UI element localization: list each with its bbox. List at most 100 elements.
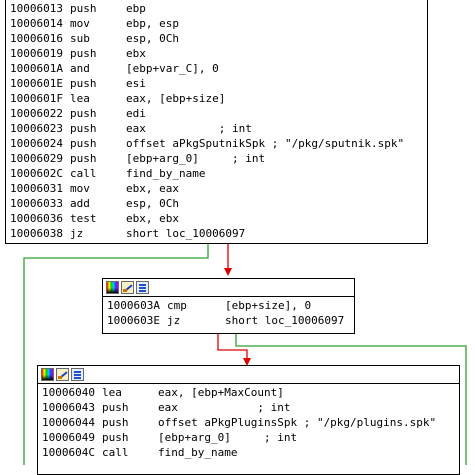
instruction-line[interactable]: 10006043 push eax ; int [42, 400, 459, 415]
instruction-operands: short loc_10006097 [126, 227, 246, 240]
instruction-operands: ebx, ebx [126, 212, 179, 225]
instruction-mnemonic: push [70, 152, 97, 165]
color-palette-icon[interactable] [41, 368, 54, 381]
instruction-address: 10006040 [42, 386, 95, 399]
instruction-mnemonic: and [70, 62, 90, 75]
graph-view-icon[interactable] [71, 368, 84, 381]
instruction-address: 10006038 [10, 227, 63, 240]
edit-block-icon[interactable] [56, 368, 69, 381]
instruction-mnemonic: push [70, 77, 97, 90]
instruction-address: 10006024 [10, 137, 63, 150]
instruction-mnemonic: cmp [167, 299, 187, 312]
instruction-line[interactable]: 10006022 push edi [10, 106, 427, 121]
instruction-operands: short loc_10006097 [225, 314, 345, 327]
instruction-mnemonic: push [70, 122, 97, 135]
instruction-operands: [ebp+arg_0] ; int [126, 152, 266, 165]
instruction-address: 10006029 [10, 152, 63, 165]
instruction-operands: [ebp+arg_0] ; int [158, 431, 298, 444]
instruction-mnemonic: push [102, 401, 129, 414]
instruction-mnemonic: jz [167, 314, 181, 327]
instruction-mnemonic: call [102, 446, 129, 459]
instruction-line[interactable]: 10006024 push offset aPkgSputnikSpk ; "/pk… [10, 136, 427, 151]
instruction-line[interactable]: 10006044 push offset aPkgPluginsSpk ; "/pk… [42, 415, 459, 430]
instruction-mnemonic: mov [70, 17, 90, 30]
instruction-line[interactable]: 10006038 jz short loc_10006097 [10, 226, 427, 241]
instruction-operands: offset aPkgPluginsSpk ; "/pkg/plugins.sp… [158, 416, 437, 429]
instruction-mnemonic: push [70, 137, 97, 150]
instruction-line[interactable]: 10006016 sub esp, 0Ch [10, 31, 427, 46]
instruction-address: 10006016 [10, 32, 63, 45]
instruction-line[interactable]: 1000602C call find_by_name [10, 166, 427, 181]
instruction-line[interactable]: 10006036 test ebx, ebx [10, 211, 427, 226]
instruction-mnemonic: jz [70, 227, 84, 240]
block-2-toolbar [103, 279, 354, 297]
instruction-operands: eax ; int [158, 401, 291, 414]
instruction-line[interactable]: 1000603A cmp [ebp+size], 0 [107, 298, 354, 313]
instruction-address: 10006013 [10, 2, 63, 15]
instruction-operands: offset aPkgSputnikSpk ; "/pkg/sputnik.sp… [126, 137, 405, 150]
block-2-lines: 1000603A cmp [ebp+size], 0 1000603E jz short … [103, 297, 354, 328]
instruction-line[interactable]: 10006031 mov ebx, eax [10, 181, 427, 196]
color-palette-icon[interactable] [106, 281, 119, 294]
instruction-line[interactable]: 10006029 push [ebp+arg_0] ; int [10, 151, 427, 166]
edit-block-icon[interactable] [121, 281, 134, 294]
instruction-mnemonic: call [70, 167, 97, 180]
instruction-line[interactable]: 10006040 lea eax, [ebp+MaxCount] [42, 385, 459, 400]
instruction-address: 10006019 [10, 47, 63, 60]
instruction-operands: esi [126, 77, 146, 90]
instruction-address: 1000601E [10, 77, 63, 90]
instruction-operands: find_by_name [158, 446, 238, 459]
instruction-mnemonic: lea [102, 386, 122, 399]
instruction-address: 1000602C [10, 167, 63, 180]
instruction-line[interactable]: 1000603E jz short loc_10006097 [107, 313, 354, 328]
instruction-mnemonic: push [70, 2, 97, 15]
instruction-operands: ebp, esp [126, 17, 179, 30]
instruction-line[interactable]: 10006033 add esp, 0Ch [10, 196, 427, 211]
instruction-operands: esp, 0Ch [126, 32, 179, 45]
instruction-address: 1000603E [107, 314, 160, 327]
instruction-address: 1000603A [107, 299, 160, 312]
instruction-address: 10006044 [42, 416, 95, 429]
instruction-line[interactable]: 1000604C call find_by_name [42, 445, 459, 460]
instruction-address: 10006036 [10, 212, 63, 225]
block-1-lines: 10006013 push ebp 10006014 mov ebp, esp 100060… [6, 0, 427, 241]
instruction-line[interactable]: 10006014 mov ebp, esp [10, 16, 427, 31]
code-block-3[interactable]: 10006040 lea eax, [ebp+MaxCount] 10006043 pu… [37, 365, 460, 475]
instruction-operands: eax, [ebp+MaxCount] [158, 386, 284, 399]
instruction-mnemonic: mov [70, 182, 90, 195]
instruction-mnemonic: push [102, 431, 129, 444]
instruction-mnemonic: lea [70, 92, 90, 105]
instruction-address: 10006022 [10, 107, 63, 120]
instruction-line[interactable]: 1000601A and [ebp+var_C], 0 [10, 61, 427, 76]
block-3-toolbar [38, 366, 459, 384]
instruction-line[interactable]: 10006049 push [ebp+arg_0] ; int [42, 430, 459, 445]
instruction-line[interactable]: 10006019 push ebx [10, 46, 427, 61]
instruction-address: 10006014 [10, 17, 63, 30]
code-block-1[interactable]: 10006013 push ebp 10006014 mov ebp, esp 100060… [5, 0, 428, 244]
instruction-mnemonic: push [70, 47, 97, 60]
instruction-line[interactable]: 10006013 push ebp [10, 1, 427, 16]
instruction-address: 10006031 [10, 182, 63, 195]
instruction-address: 1000601A [10, 62, 63, 75]
instruction-address: 1000601F [10, 92, 63, 105]
instruction-address: 10006049 [42, 431, 95, 444]
instruction-mnemonic: push [70, 107, 97, 120]
instruction-operands: esp, 0Ch [126, 197, 179, 210]
edge-arrowhead-1 [224, 268, 232, 276]
graph-view-icon[interactable] [136, 281, 149, 294]
instruction-mnemonic: test [70, 212, 97, 225]
instruction-mnemonic: add [70, 197, 90, 210]
instruction-address: 10006043 [42, 401, 95, 414]
instruction-operands: ebx, eax [126, 182, 179, 195]
code-block-2[interactable]: 1000603A cmp [ebp+size], 0 1000603E jz short … [102, 278, 355, 334]
instruction-operands: edi [126, 107, 146, 120]
instruction-mnemonic: sub [70, 32, 90, 45]
instruction-line[interactable]: 1000601F lea eax, [ebp+size] [10, 91, 427, 106]
instruction-line[interactable]: 1000601E push esi [10, 76, 427, 91]
instruction-operands: ebx [126, 47, 146, 60]
instruction-operands: find_by_name [126, 167, 206, 180]
instruction-mnemonic: push [102, 416, 129, 429]
block-3-lines: 10006040 lea eax, [ebp+MaxCount] 10006043 pu… [38, 384, 459, 460]
instruction-line[interactable]: 10006023 push eax ; int [10, 121, 427, 136]
instruction-operands: [ebp+size], 0 [225, 299, 312, 312]
